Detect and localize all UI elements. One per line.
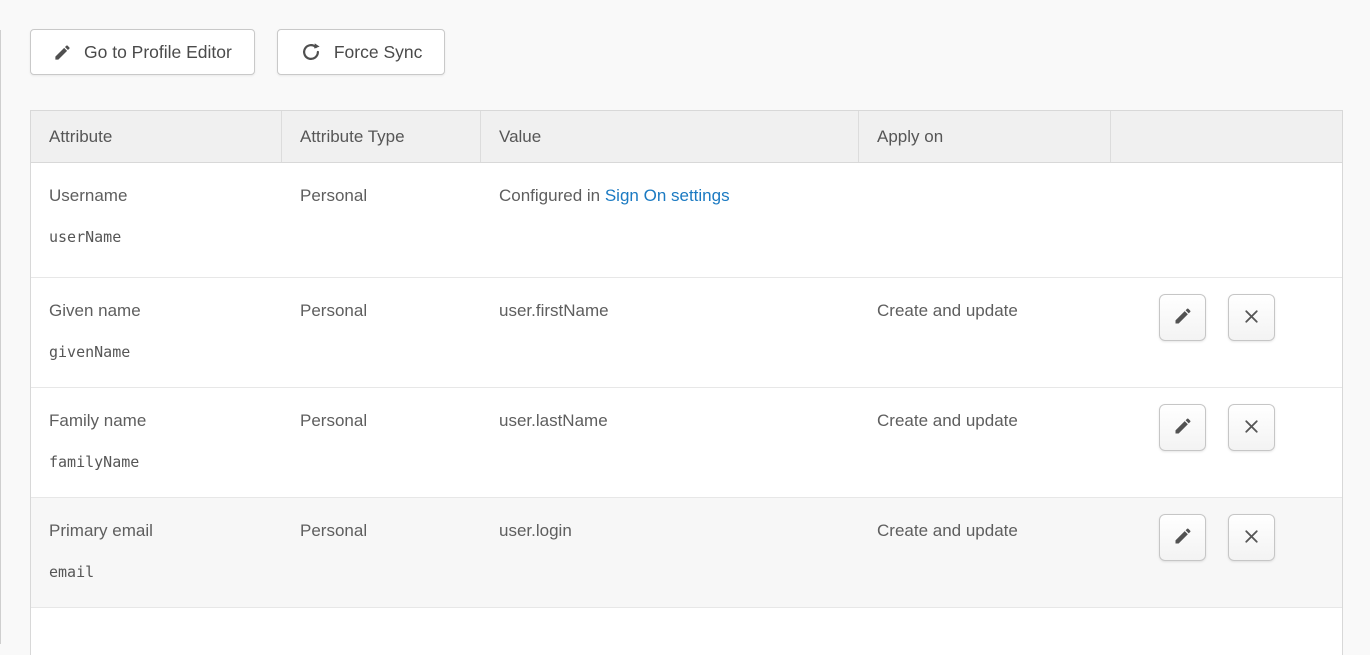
toolbar: Go to Profile Editor Force Sync xyxy=(30,29,445,75)
close-icon xyxy=(1241,416,1262,440)
attribute-name: givenName xyxy=(49,343,274,361)
force-sync-label: Force Sync xyxy=(334,42,423,63)
attribute-type-cell: Personal xyxy=(282,388,481,497)
attribute-name: email xyxy=(49,563,274,581)
column-header-attribute: Attribute xyxy=(31,111,282,162)
table-row: Family name familyName Personal user.las… xyxy=(31,388,1342,498)
apply-on-cell: Create and update xyxy=(859,278,1111,387)
column-header-value: Value xyxy=(481,111,859,162)
table-row: Primary email email Personal user.login … xyxy=(31,498,1342,608)
table-header: Attribute Attribute Type Value Apply on xyxy=(31,111,1342,163)
pencil-icon xyxy=(53,43,72,62)
actions-cell xyxy=(1111,498,1342,607)
actions-cell xyxy=(1111,163,1342,277)
value-cell: user.login xyxy=(481,498,859,607)
attribute-label: Family name xyxy=(49,411,274,431)
remove-attribute-button[interactable] xyxy=(1228,514,1275,561)
attribute-cell: Given name givenName xyxy=(31,278,282,387)
attribute-type-cell: Personal xyxy=(282,163,481,277)
remove-attribute-button[interactable] xyxy=(1228,294,1275,341)
attribute-label: Username xyxy=(49,186,274,206)
attribute-cell: Primary email email xyxy=(31,498,282,607)
pencil-icon xyxy=(1173,306,1193,329)
apply-on-cell: Create and update xyxy=(859,498,1111,607)
apply-on-cell: Create and update xyxy=(859,388,1111,497)
apply-on-cell xyxy=(859,163,1111,277)
refresh-icon xyxy=(300,41,322,63)
value-prefix-text: Configured in xyxy=(499,186,605,205)
table-row-partial xyxy=(31,608,1342,649)
attribute-type-cell: Personal xyxy=(282,278,481,387)
pencil-icon xyxy=(1173,416,1193,439)
edit-attribute-button[interactable] xyxy=(1159,514,1206,561)
attribute-mappings-table: Attribute Attribute Type Value Apply on … xyxy=(30,110,1343,655)
table-row: Username userName Personal Configured in… xyxy=(31,163,1342,278)
close-icon xyxy=(1241,526,1262,550)
attribute-name: userName xyxy=(49,228,274,246)
edit-attribute-button[interactable] xyxy=(1159,294,1206,341)
attribute-cell: Username userName xyxy=(31,163,282,277)
value-cell: Configured in Sign On settings xyxy=(481,163,859,277)
force-sync-button[interactable]: Force Sync xyxy=(277,29,446,75)
content-pane-left-border xyxy=(0,30,1,644)
column-header-actions xyxy=(1111,111,1342,162)
attribute-label: Given name xyxy=(49,301,274,321)
attribute-name: familyName xyxy=(49,453,274,471)
edit-attribute-button[interactable] xyxy=(1159,404,1206,451)
pencil-icon xyxy=(1173,526,1193,549)
column-header-apply-on: Apply on xyxy=(859,111,1111,162)
attribute-type-cell: Personal xyxy=(282,498,481,607)
remove-attribute-button[interactable] xyxy=(1228,404,1275,451)
column-header-attribute-type: Attribute Type xyxy=(282,111,481,162)
actions-cell xyxy=(1111,278,1342,387)
attribute-cell: Family name familyName xyxy=(31,388,282,497)
value-cell: user.firstName xyxy=(481,278,859,387)
close-icon xyxy=(1241,306,1262,330)
table-row: Given name givenName Personal user.first… xyxy=(31,278,1342,388)
value-cell: user.lastName xyxy=(481,388,859,497)
actions-cell xyxy=(1111,388,1342,497)
go-to-profile-editor-button[interactable]: Go to Profile Editor xyxy=(30,29,255,75)
attribute-label: Primary email xyxy=(49,521,274,541)
go-to-profile-editor-label: Go to Profile Editor xyxy=(84,42,232,63)
sign-on-settings-link[interactable]: Sign On settings xyxy=(605,186,730,205)
